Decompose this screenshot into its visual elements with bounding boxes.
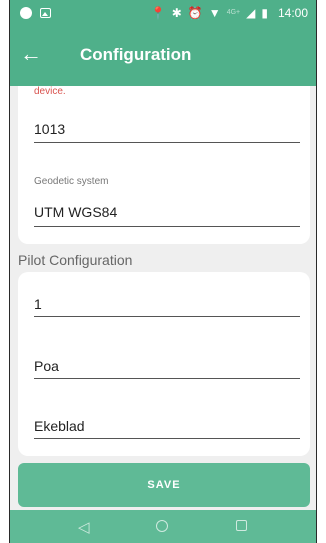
pilot-last-name-underline — [34, 438, 300, 439]
nav-home-icon[interactable] — [156, 520, 168, 532]
network-label: 4G+ — [226, 9, 241, 16]
pilot-configuration-title: Pilot Configuration — [18, 252, 133, 268]
bluetooth-icon: ✱ — [171, 6, 182, 20]
device-settings-card: device. 1013 Geodetic system UTM WGS84 — [18, 86, 310, 244]
status-bar: 📍 ✱ ⏰ ▼ 4G+ ◢ ▮ 14:00 — [10, 0, 316, 26]
app-screen: 📍 ✱ ⏰ ▼ 4G+ ◢ ▮ 14:00 ← Configuration de… — [9, 0, 317, 543]
pilot-number-field[interactable]: 1 — [34, 296, 42, 312]
app-bar: ← Configuration — [10, 26, 316, 86]
save-button[interactable]: SAVE — [18, 463, 310, 507]
pilot-number-underline — [34, 316, 300, 317]
error-message: device. — [34, 86, 66, 97]
battery-icon: ▮ — [261, 6, 268, 20]
pilot-config-card: 1 Poa Ekeblad — [18, 272, 310, 456]
wifi-icon: ▼ — [208, 6, 221, 20]
system-nav-bar: ◁ — [10, 510, 316, 543]
pilot-first-name-underline — [34, 378, 300, 379]
location-icon: 📍 — [150, 6, 166, 20]
geodetic-system-underline — [34, 226, 300, 227]
back-arrow-icon[interactable]: ← — [20, 42, 42, 66]
status-right: 📍 ✱ ⏰ ▼ 4G+ ◢ ▮ 14:00 — [151, 5, 308, 21]
device-id-field[interactable]: 1013 — [34, 121, 65, 137]
status-left — [20, 7, 51, 19]
pilot-first-name-field[interactable]: Poa — [34, 358, 59, 374]
circle-dot-icon — [20, 7, 32, 19]
clock: 14:00 — [277, 6, 308, 20]
page-title: Configuration — [80, 45, 192, 64]
alarm-icon: ⏰ — [187, 6, 203, 20]
nav-recents-icon[interactable] — [236, 520, 247, 531]
geodetic-system-field[interactable]: UTM WGS84 — [34, 204, 117, 220]
geodetic-system-label: Geodetic system — [34, 176, 109, 187]
image-icon — [40, 8, 51, 18]
device-id-underline — [34, 142, 300, 143]
nav-back-icon[interactable]: ◁ — [78, 518, 90, 536]
pilot-last-name-field[interactable]: Ekeblad — [34, 418, 85, 434]
signal-icon: ◢ — [246, 6, 256, 20]
